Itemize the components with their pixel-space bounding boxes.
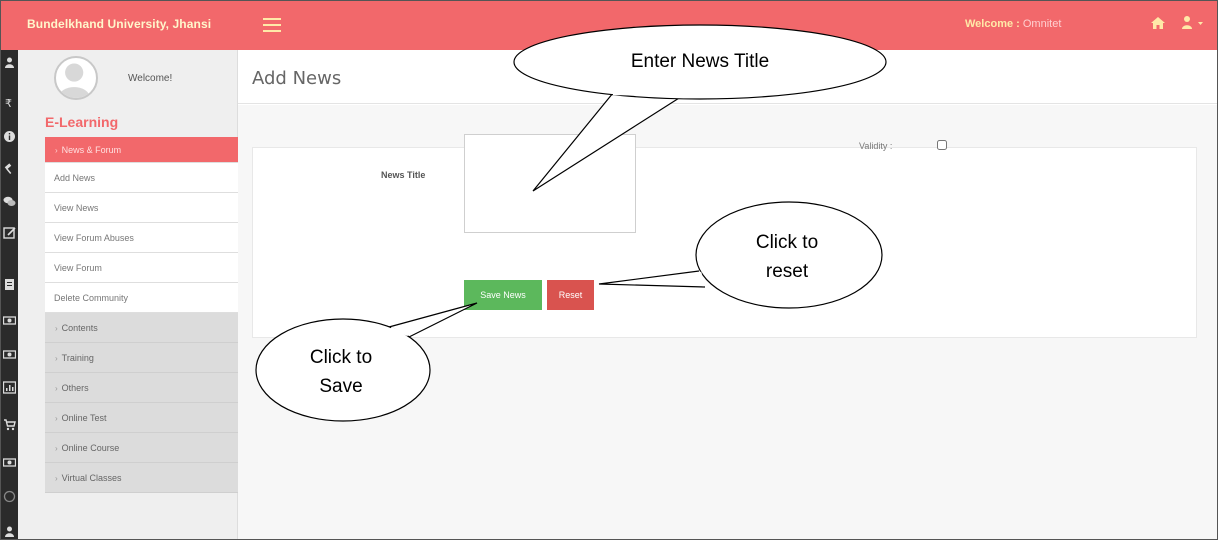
money-icon[interactable] xyxy=(3,314,16,327)
sidebar-item-label: Add News xyxy=(54,173,96,183)
sidebar-item-label: Online Course xyxy=(61,443,120,453)
caret-icon: › xyxy=(55,384,58,393)
home-icon[interactable] xyxy=(1150,15,1166,31)
save-news-button[interactable]: Save News xyxy=(464,280,542,310)
sidebar-item-view-forum[interactable]: View Forum xyxy=(45,253,238,283)
sidebar-menu: › News & Forum Add News View News View Fo… xyxy=(45,137,238,493)
clock-icon[interactable] xyxy=(3,490,16,503)
sidebar-item-others[interactable]: › Others xyxy=(45,373,238,403)
user-icon[interactable] xyxy=(1181,15,1205,31)
sidebar-item-online-test[interactable]: › Online Test xyxy=(45,403,238,433)
profile-block: Welcome! xyxy=(18,50,238,110)
validity-checkbox[interactable] xyxy=(937,140,947,150)
app-window: Bundelkhand University, Jhansi Welcome :… xyxy=(0,0,1218,540)
caret-icon: › xyxy=(55,146,58,155)
sidebar-item-online-course[interactable]: › Online Course xyxy=(45,433,238,463)
sidebar-item-training[interactable]: › Training xyxy=(45,343,238,373)
caret-icon: › xyxy=(55,444,58,453)
welcome-prefix: Welcome : xyxy=(965,18,1023,30)
avatar-placeholder-icon xyxy=(58,63,90,98)
reset-button[interactable]: Reset xyxy=(547,280,594,310)
comments-icon[interactable] xyxy=(3,195,16,208)
sidebar-item-label: News & Forum xyxy=(61,145,122,155)
user-rail-icon[interactable] xyxy=(3,56,16,69)
sidebar-item-delete-community[interactable]: Delete Community xyxy=(45,283,238,313)
page-title: Add News xyxy=(252,68,342,89)
news-title-input[interactable] xyxy=(464,134,636,233)
cart-icon[interactable] xyxy=(3,418,16,431)
icon-rail: ₹ xyxy=(1,50,18,539)
caret-icon: › xyxy=(55,474,58,483)
user-rail-icon[interactable] xyxy=(3,525,16,538)
money-icon[interactable] xyxy=(3,456,16,469)
username: Omnitet xyxy=(1022,18,1062,30)
chart-icon[interactable] xyxy=(3,381,16,394)
book-icon[interactable] xyxy=(3,278,16,291)
caret-icon: › xyxy=(55,414,58,423)
sidebar-item-view-forum-abuses[interactable]: View Forum Abuses xyxy=(45,223,238,253)
welcome-user: Welcome : Omnitet xyxy=(965,18,1061,30)
sidebar-item-label: Training xyxy=(61,353,94,363)
sidebar-item-label: Delete Community xyxy=(54,293,129,303)
caret-icon: › xyxy=(55,324,58,333)
sidebar-item-virtual-classes[interactable]: › Virtual Classes xyxy=(45,463,238,493)
validity-label: Validity : xyxy=(859,141,893,151)
top-bar: Bundelkhand University, Jhansi Welcome :… xyxy=(1,1,1217,50)
caret-icon: › xyxy=(55,354,58,363)
sidebar-welcome: Welcome! xyxy=(128,73,173,84)
sidebar-item-contents[interactable]: › Contents xyxy=(45,313,238,343)
sidebar-item-view-news[interactable]: View News xyxy=(45,193,238,223)
money-icon[interactable] xyxy=(3,348,16,361)
avatar xyxy=(54,56,98,100)
edit-icon[interactable] xyxy=(3,226,16,239)
page-header: Add News xyxy=(238,50,1217,104)
gavel-icon[interactable] xyxy=(3,162,16,175)
sidebar-item-label: Others xyxy=(61,383,89,393)
sidebar-section-title: E-Learning xyxy=(45,114,119,130)
svg-text:₹: ₹ xyxy=(5,97,12,109)
news-title-label: News Title xyxy=(381,170,426,180)
sidebar-item-label: View Forum Abuses xyxy=(54,233,134,243)
info-icon[interactable] xyxy=(3,130,16,143)
sidebar-item-label: View Forum xyxy=(54,263,102,273)
sidebar-item-label: Contents xyxy=(61,323,98,333)
rupee-icon[interactable]: ₹ xyxy=(3,96,16,109)
brand-title[interactable]: Bundelkhand University, Jhansi xyxy=(27,17,211,31)
hamburger-icon[interactable] xyxy=(263,18,281,32)
sidebar-item-add-news[interactable]: Add News xyxy=(45,163,238,193)
sidebar-item-label: Online Test xyxy=(61,413,107,423)
sidebar-item-label: Virtual Classes xyxy=(61,473,122,483)
sidebar-item-label: View News xyxy=(54,203,99,213)
sidebar-item-news-forum[interactable]: › News & Forum xyxy=(45,137,238,163)
